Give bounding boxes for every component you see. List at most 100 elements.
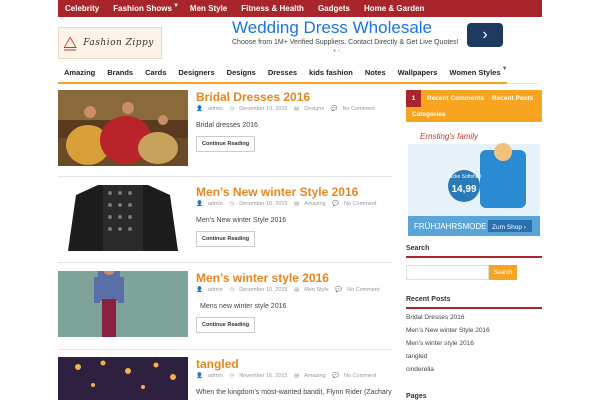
post-title[interactable]: tangled — [196, 357, 239, 371]
ad-brand: Ernsting's family — [420, 132, 479, 141]
topnav-item-fashion-shows[interactable]: Fashion Shows ▼ — [106, 3, 179, 13]
dress-logo-icon: ⧋ — [63, 33, 78, 52]
topnav-item-home-garden[interactable]: Home & Garden — [357, 4, 431, 13]
folder-icon: ▤ — [294, 287, 300, 293]
post-title[interactable]: Men’s winter style 2016 — [196, 271, 329, 285]
catnav-item-label: Women Styles — [449, 68, 501, 77]
topnav-item-celebrity[interactable]: Celebrity — [58, 4, 106, 13]
post-author[interactable]: admin — [208, 373, 223, 379]
recent-post-link[interactable]: Men’s winter style 2016 — [406, 340, 474, 347]
comment-icon: 💬 — [332, 201, 340, 207]
ad-cta: Zum Shop › — [492, 224, 526, 231]
post-thumbnail-winter-style-2[interactable] — [58, 271, 188, 337]
post-item: tangled 👤 admin ◷ November 16, 2015 ▤ Amazi… — [58, 357, 392, 400]
user-icon: 👤 — [196, 106, 203, 112]
comment-icon: 💬 — [330, 106, 338, 112]
post-author[interactable]: admin — [208, 106, 223, 112]
post-category[interactable]: Designs — [304, 106, 324, 112]
catnav-item-notes[interactable]: Notes — [358, 64, 392, 84]
recent-post-link[interactable]: cinderella — [406, 366, 434, 373]
divider — [58, 349, 392, 350]
tab-recent-comments[interactable]: Recent Comments — [427, 95, 484, 102]
continue-reading-button[interactable]: Continue Reading — [196, 136, 256, 152]
user-icon: 👤 — [196, 201, 203, 207]
topnav-item-gadgets[interactable]: Gadgets — [311, 4, 357, 13]
comment-icon: 💬 — [332, 373, 340, 379]
comment-icon: 💬 — [335, 287, 343, 293]
post-date[interactable]: November 16, 2015 — [239, 373, 287, 379]
recent-posts-title: Recent Posts — [406, 296, 451, 303]
sidebar-advertisement[interactable]: Ernsting's family Jacke Softshell 14,99 … — [408, 128, 540, 236]
post-comments[interactable]: No Comment — [344, 373, 376, 379]
clock-icon: ◷ — [229, 287, 235, 293]
post-author[interactable]: admin — [208, 287, 223, 293]
ad-subtext: Choose from 1M+ Verified Suppliers. Cont… — [232, 39, 459, 46]
topnav-item-men-style[interactable]: Men Style — [183, 4, 234, 13]
catnav-item-cards[interactable]: Cards — [139, 64, 173, 84]
divider — [58, 262, 392, 263]
topnav-item-label: Fashion Shows — [113, 4, 172, 13]
post-item: Men’s New winter Style 2016 👤 admin ◷ Dece… — [58, 185, 392, 265]
folder-icon: ▤ — [294, 201, 300, 207]
continue-reading-button[interactable]: Continue Reading — [196, 317, 256, 333]
tab-categories[interactable]: Categories — [412, 111, 446, 118]
catnav-item-brands[interactable]: Brands — [101, 64, 140, 84]
post-comments[interactable]: No Comment — [344, 201, 376, 207]
clock-icon: ◷ — [229, 373, 235, 379]
recent-post-link[interactable]: Bridal Dresses 2016 — [406, 314, 465, 321]
ad-arrow-button[interactable]: › — [467, 23, 503, 47]
catnav-item-amazing[interactable]: Amazing — [58, 64, 102, 84]
post-comments[interactable]: No Comment — [343, 106, 375, 112]
recent-post-link[interactable]: tangled — [406, 353, 427, 360]
post-excerpt: Mens new winter style 2016 — [200, 303, 287, 310]
post-date[interactable]: December 10, 2015 — [239, 201, 287, 207]
post-thumbnail-winter-style[interactable] — [58, 185, 188, 251]
catnav-item-designs[interactable]: Designs — [220, 64, 262, 84]
post-excerpt: Men’s New winter Style 2016 — [196, 217, 287, 224]
header-advertisement[interactable]: Wedding Dress Wholesale Choose from 1M+ … — [222, 16, 542, 54]
post-comments[interactable]: No Comment — [347, 287, 379, 293]
post-date[interactable]: December 10, 2015 — [239, 106, 287, 112]
tab-recent-posts[interactable]: Recent Posts — [492, 95, 533, 102]
divider — [58, 176, 392, 177]
post-title[interactable]: Men’s New winter Style 2016 — [196, 185, 358, 199]
user-icon: 👤 — [196, 287, 203, 293]
post-excerpt: Bridal dresses 2016 — [196, 122, 258, 129]
recent-post-link[interactable]: Men’s New winter Style 2016 — [406, 327, 490, 334]
catnav-item-women-styles[interactable]: Women Styles ▼ — [443, 64, 508, 84]
catnav-item-designers[interactable]: Designers — [172, 64, 221, 84]
topnav-item-fitness-health[interactable]: Fitness & Health — [234, 4, 311, 13]
post-author[interactable]: admin — [208, 201, 223, 207]
folder-icon: ▤ — [294, 106, 300, 112]
category-navigation: Amazing Brands Cards Designers Designs D… — [58, 64, 538, 84]
ad-price: 14,99 — [451, 184, 476, 195]
continue-reading-button[interactable]: Continue Reading — [196, 231, 256, 247]
post-excerpt: When the kingdom’s most-wanted bandit, F… — [196, 389, 392, 396]
divider — [406, 307, 542, 309]
post-thumbnail-tangled[interactable] — [58, 357, 188, 400]
post-meta: 👤 admin ◷ November 16, 2015 ▤ Amazing 💬 No C… — [196, 373, 381, 379]
pages-widget-title: Pages — [406, 393, 427, 400]
post-thumbnail-bridal[interactable] — [58, 90, 188, 166]
user-icon: 👤 — [196, 373, 203, 379]
catnav-item-dresses[interactable]: Dresses — [261, 64, 304, 84]
post-meta: 👤 admin ◷ December 10, 2015 ▤ Men Style 💬 No… — [196, 287, 385, 293]
search-button[interactable]: Search — [489, 265, 517, 280]
post-category[interactable]: Amazing — [304, 373, 325, 379]
chevron-down-icon: ▼ — [501, 65, 508, 72]
catnav-item-kids-fashion[interactable]: kids fashion — [303, 64, 359, 84]
post-category[interactable]: Amazing — [304, 201, 325, 207]
post-item: Men’s winter style 2016 👤 admin ◷ December… — [58, 271, 392, 353]
site-logo[interactable]: ⧋ Fashion Zippy — [58, 27, 162, 59]
post-date[interactable]: December 10, 2015 — [239, 287, 287, 293]
tab-number[interactable]: 1 — [406, 90, 421, 107]
search-input[interactable] — [406, 265, 489, 280]
search-widget-title: Search — [406, 245, 430, 252]
clock-icon: ◷ — [229, 106, 235, 112]
post-category[interactable]: Men Style — [304, 287, 328, 293]
post-title[interactable]: Bridal Dresses 2016 — [196, 90, 310, 104]
catnav-item-wallpapers[interactable]: Wallpapers — [391, 64, 444, 84]
ad-headline[interactable]: Wedding Dress Wholesale — [232, 18, 432, 38]
top-navigation: Celebrity Fashion Shows ▼ Men Style Fitn… — [58, 0, 542, 17]
ad-product: Jacke Softshell — [447, 174, 481, 180]
